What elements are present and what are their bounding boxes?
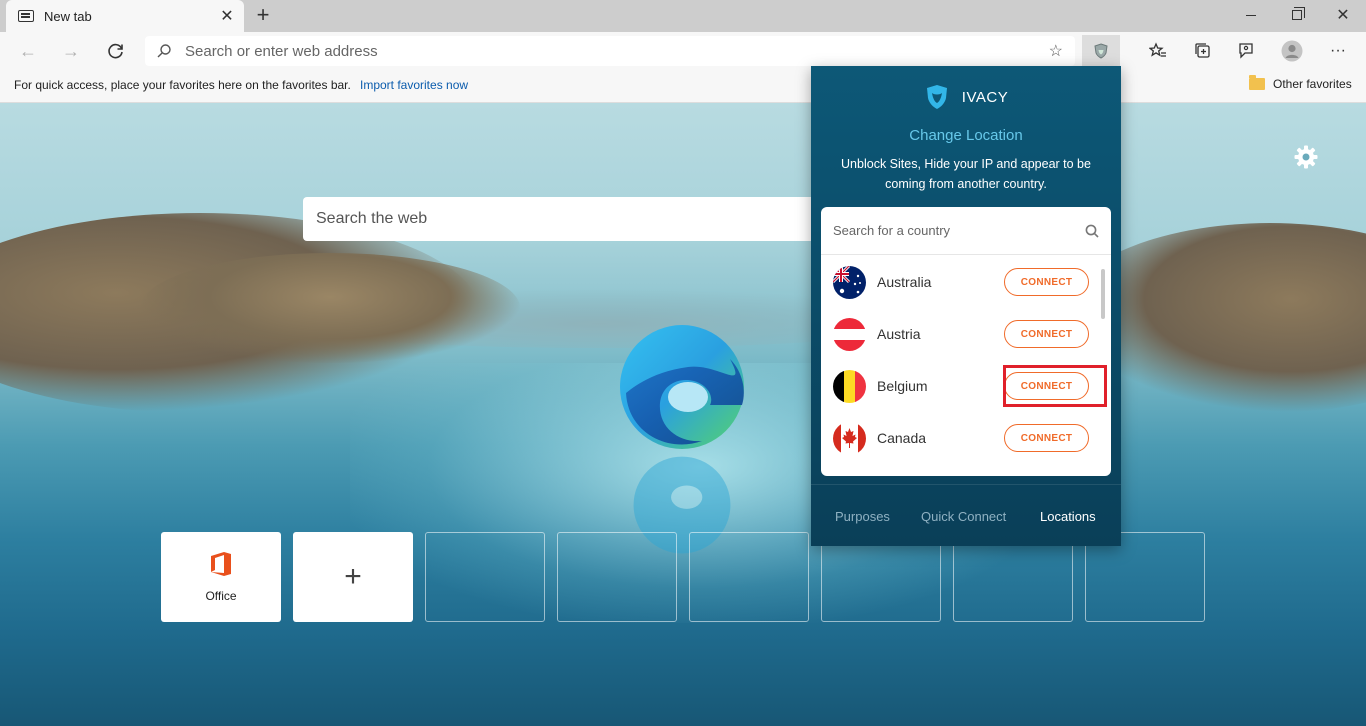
country-list-card: Australia CONNECT Austria CONNECT Belgiu… [821, 207, 1111, 476]
empty-tile [425, 532, 545, 622]
profile-avatar-icon[interactable] [1280, 39, 1304, 63]
ivacy-brand-name: IVACY [961, 88, 1009, 106]
empty-tile [689, 532, 809, 622]
import-favorites-link[interactable]: Import favorites now [360, 78, 468, 92]
empty-tile [557, 532, 677, 622]
edge-logo-icon [620, 325, 744, 449]
country-row-belgium: Belgium CONNECT [821, 360, 1101, 412]
tile-label: Office [205, 589, 237, 603]
forward-icon[interactable]: → [59, 39, 83, 63]
minimize-button[interactable] [1228, 0, 1274, 30]
country-name: Australia [877, 274, 932, 290]
popup-nav: Purposes Quick Connect Locations [811, 484, 1121, 546]
close-tab-icon[interactable]: ✕ [218, 6, 236, 26]
nav-purposes[interactable]: Purposes [835, 509, 890, 524]
other-favorites-label: Other favorites [1273, 77, 1352, 91]
folder-icon [1249, 75, 1265, 90]
address-input[interactable] [185, 42, 1049, 60]
country-name: Belgium [877, 378, 928, 394]
gear-icon[interactable] [1293, 144, 1319, 170]
connect-button-austria[interactable]: CONNECT [1004, 320, 1089, 348]
ivacy-brand: IVACY [811, 84, 1121, 110]
ivacy-vpn-popup: IVACY Change Location Unblock Sites, Hid… [811, 66, 1121, 546]
country-name: Austria [877, 326, 921, 342]
country-row-canada: Canada CONNECT [821, 412, 1101, 464]
search-icon [157, 44, 171, 58]
back-icon[interactable]: ← [16, 39, 40, 63]
shield-icon [1094, 43, 1108, 59]
nav-quick-connect[interactable]: Quick Connect [921, 509, 1006, 524]
restore-button[interactable] [1274, 0, 1320, 30]
popup-heading: Change Location [909, 127, 1023, 144]
country-search-input[interactable] [833, 223, 1085, 238]
popup-subtext: Unblock Sites, Hide your IP and appear t… [841, 157, 1091, 191]
tab-title: New tab [44, 8, 92, 24]
connect-button-belgium[interactable]: CONNECT [1004, 372, 1089, 400]
new-tab-page-icon [18, 10, 34, 22]
canada-flag-icon [833, 421, 866, 455]
favorites-icon[interactable] [1146, 39, 1170, 63]
austria-flag-icon [833, 317, 866, 351]
web-search-box[interactable] [303, 197, 818, 241]
tile-office[interactable]: Office [161, 532, 281, 622]
add-site-tile[interactable]: + [293, 532, 413, 622]
search-icon [1085, 224, 1099, 238]
connect-button-australia[interactable]: CONNECT [1004, 268, 1089, 296]
address-bar[interactable]: ☆ [145, 36, 1075, 66]
favorites-bar-message: For quick access, place your favorites h… [14, 78, 351, 92]
refresh-icon[interactable] [104, 39, 128, 63]
country-name: Canada [877, 430, 927, 446]
title-bar: New tab ✕ + ✕ [0, 0, 1366, 32]
ivacy-shield-icon [926, 85, 947, 109]
collections-icon[interactable] [1191, 39, 1215, 63]
australia-flag-icon [833, 265, 866, 299]
web-search-input[interactable] [316, 210, 818, 228]
restore-icon [1292, 7, 1305, 20]
country-search-box[interactable] [821, 207, 1111, 255]
connect-button-canada[interactable]: CONNECT [1004, 424, 1089, 452]
favorites-bar: For quick access, place your favorites h… [0, 70, 1366, 103]
country-row-australia: Australia CONNECT [821, 256, 1101, 308]
plus-icon: + [344, 560, 362, 593]
other-favorites-folder[interactable]: Other favorites [1249, 75, 1352, 91]
tab-new-tab[interactable]: New tab ✕ [6, 0, 244, 32]
office-logo-icon [211, 552, 231, 576]
close-window-button[interactable]: ✕ [1320, 0, 1366, 30]
feedback-icon[interactable] [1234, 39, 1258, 63]
country-list-scrollbar[interactable] [1101, 269, 1105, 319]
add-favorite-star-icon[interactable]: ☆ [1049, 41, 1063, 61]
minimize-icon [1246, 14, 1256, 16]
browser-toolbar: ← → ☆ ··· [0, 32, 1366, 70]
new-tab-button[interactable]: + [252, 4, 274, 26]
belgium-flag-icon [833, 369, 866, 403]
country-row-austria: Austria CONNECT [821, 308, 1101, 360]
ivacy-extension-button[interactable] [1082, 35, 1120, 67]
more-options-icon[interactable]: ··· [1326, 39, 1350, 63]
nav-locations[interactable]: Locations [1040, 509, 1096, 524]
